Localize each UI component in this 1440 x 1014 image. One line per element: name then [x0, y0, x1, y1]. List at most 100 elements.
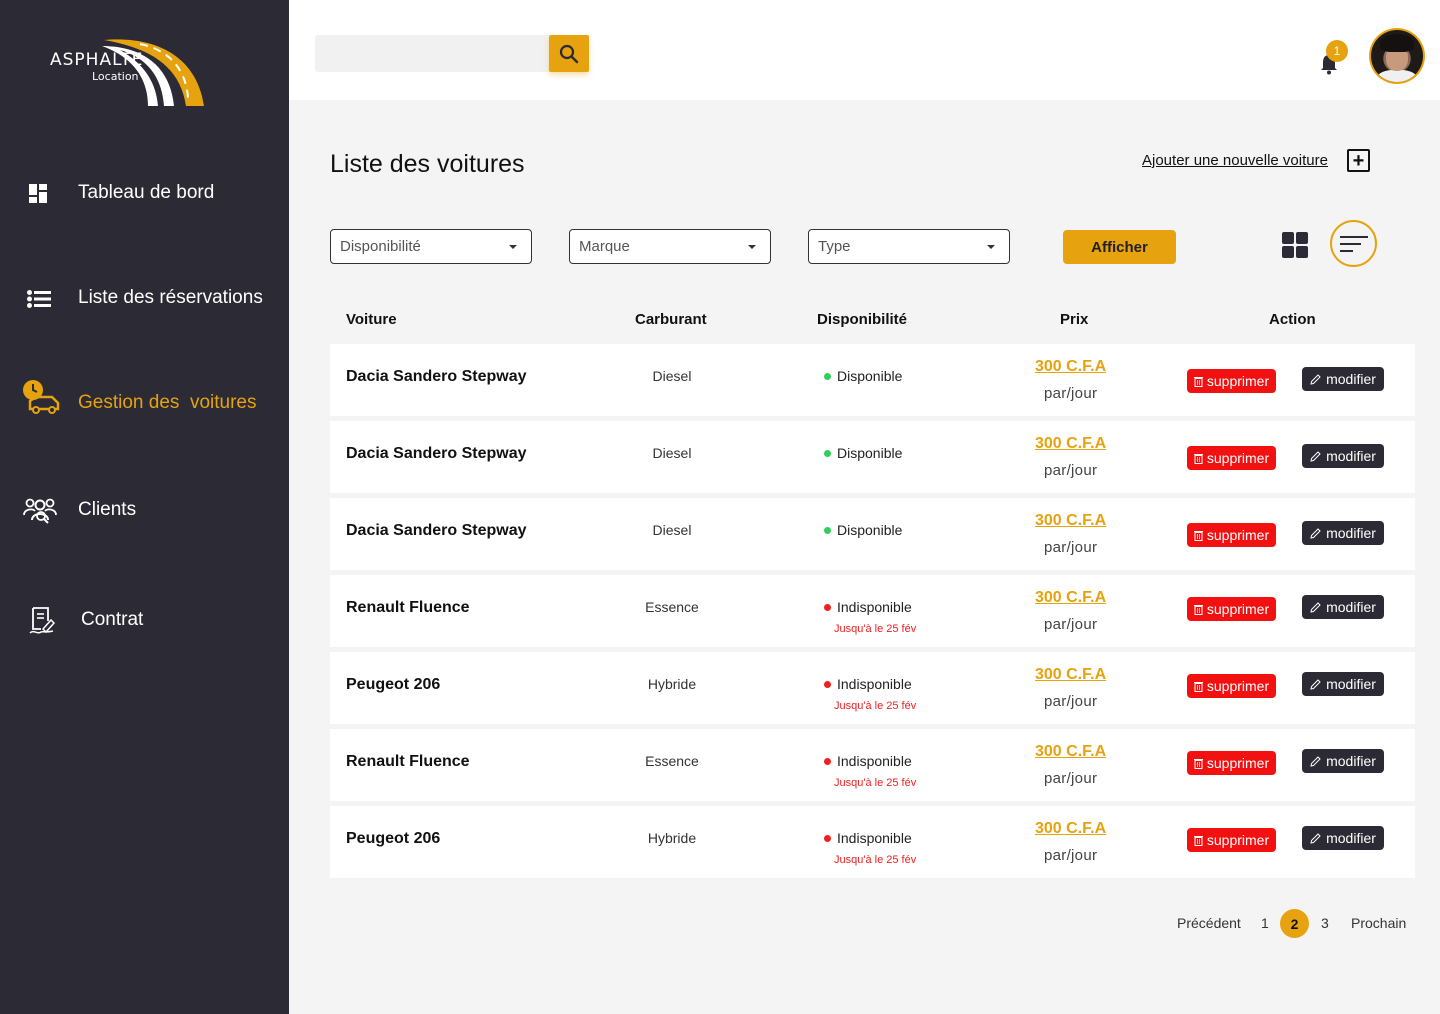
unavailable-until: Jusqu'à le 25 fév	[834, 700, 917, 712]
price-link[interactable]: 300 C.F.A	[1035, 358, 1106, 376]
price-link[interactable]: 300 C.F.A	[1035, 512, 1106, 530]
edit-label: modifier	[1326, 676, 1376, 692]
fuel-type: Diesel	[652, 368, 692, 384]
type-select[interactable]: Type	[808, 229, 1010, 264]
sidebar-item-cars[interactable]: Gestion des voitures	[0, 380, 289, 423]
add-icon[interactable]: +	[1347, 149, 1370, 172]
delete-label: supprimer	[1206, 832, 1270, 848]
unavailable-until: Jusqu'à le 25 fév	[834, 777, 917, 789]
column-header-price: Prix	[1060, 311, 1089, 328]
pagination-page-2[interactable]: 2	[1280, 909, 1309, 938]
trash-icon	[1193, 758, 1203, 769]
sort-lines-icon	[1339, 235, 1368, 252]
delete-label: supprimer	[1206, 373, 1270, 389]
delete-button[interactable]: supprimer	[1187, 446, 1276, 470]
price-link[interactable]: 300 C.F.A	[1035, 589, 1106, 607]
table-row: Peugeot 206 Hybride Indisponible Jusqu'à…	[330, 652, 1415, 724]
sidebar-item-contract[interactable]: Contrat	[0, 600, 289, 640]
fuel-type: Diesel	[652, 522, 692, 538]
avatar[interactable]	[1369, 28, 1425, 84]
edit-label: modifier	[1326, 371, 1376, 387]
car-name: Peugeot 206	[346, 830, 441, 847]
fuel-type: Hybride	[647, 676, 697, 692]
edit-button[interactable]: modifier	[1302, 521, 1384, 545]
status-dot-icon	[824, 449, 831, 457]
trash-icon	[1193, 835, 1203, 846]
status-badge: Indisponible	[824, 676, 912, 692]
table-row: Dacia Sandero Stepway Diesel Disponible …	[330, 498, 1415, 570]
edit-label: modifier	[1326, 525, 1376, 541]
delete-button[interactable]: supprimer	[1187, 369, 1276, 393]
status-dot-icon	[824, 603, 831, 611]
delete-button[interactable]: supprimer	[1187, 828, 1276, 852]
delete-button[interactable]: supprimer	[1187, 523, 1276, 547]
column-header-fuel: Carburant	[635, 311, 707, 328]
edit-button[interactable]: modifier	[1302, 444, 1384, 468]
status-dot-icon	[824, 680, 831, 688]
edit-label: modifier	[1326, 599, 1376, 615]
add-car-link[interactable]: Ajouter une nouvelle voiture	[1142, 152, 1328, 169]
edit-button[interactable]: modifier	[1302, 826, 1384, 850]
edit-button[interactable]: modifier	[1302, 595, 1384, 619]
price-link[interactable]: 300 C.F.A	[1035, 820, 1106, 838]
sidebar-item-label: Tableau de bord	[78, 182, 215, 203]
table-row: Renault Fluence Essence Indisponible Jus…	[330, 575, 1415, 647]
price-unit: par/jour	[1044, 847, 1098, 864]
sidebar-item-clients[interactable]: Clients	[0, 490, 289, 530]
delete-button[interactable]: supprimer	[1187, 674, 1276, 698]
price-unit: par/jour	[1044, 616, 1098, 633]
pagination-page-1[interactable]: 1	[1261, 909, 1269, 937]
search-input[interactable]	[315, 35, 551, 72]
price-link[interactable]: 300 C.F.A	[1035, 743, 1106, 761]
edit-button[interactable]: modifier	[1302, 749, 1384, 773]
column-header-availability: Disponibilité	[817, 311, 907, 328]
edit-button[interactable]: modifier	[1302, 672, 1384, 696]
brand-logo[interactable]: ASPHALTE Location	[48, 36, 208, 108]
status-badge: Indisponible	[824, 753, 912, 769]
chevron-down-icon	[509, 245, 517, 249]
edit-button[interactable]: modifier	[1302, 367, 1384, 391]
price-unit: par/jour	[1044, 770, 1098, 787]
brand-select-value: Marque	[579, 238, 630, 255]
pencil-icon	[1310, 601, 1321, 613]
brand-subtitle: Location	[92, 70, 139, 83]
trash-icon	[1193, 530, 1203, 541]
unavailable-until: Jusqu'à le 25 fév	[834, 854, 917, 866]
availability-select[interactable]: Disponibilité	[330, 229, 532, 264]
pencil-icon	[1310, 832, 1321, 844]
fuel-type: Essence	[645, 753, 699, 769]
delete-button[interactable]: supprimer	[1187, 751, 1276, 775]
car-name: Dacia Sandero Stepway	[346, 522, 527, 539]
unavailable-until: Jusqu'à le 25 fév	[834, 623, 917, 635]
afficher-button[interactable]: Afficher	[1063, 230, 1176, 264]
price-unit: par/jour	[1044, 693, 1098, 710]
status-badge: Indisponible	[824, 830, 912, 846]
status-text: Indisponible	[837, 599, 912, 615]
edit-label: modifier	[1326, 448, 1376, 464]
status-dot-icon	[824, 526, 831, 534]
pencil-icon	[1310, 373, 1321, 385]
search-button[interactable]	[549, 35, 589, 72]
brand-name: ASPHALTE	[50, 50, 144, 70]
grid-view-icon[interactable]	[1282, 232, 1308, 258]
status-badge: Disponible	[824, 522, 902, 538]
page-title: Liste des voitures	[330, 150, 525, 178]
price-unit: par/jour	[1044, 539, 1098, 556]
pagination-next[interactable]: Prochain	[1351, 909, 1406, 937]
availability-select-value: Disponibilité	[340, 238, 421, 255]
edit-label: modifier	[1326, 753, 1376, 769]
pagination-page-3[interactable]: 3	[1321, 909, 1329, 937]
delete-button[interactable]: supprimer	[1187, 597, 1276, 621]
trash-icon	[1193, 376, 1203, 387]
pencil-icon	[1310, 678, 1321, 690]
status-badge: Disponible	[824, 368, 902, 384]
clients-icon	[22, 496, 58, 526]
price-link[interactable]: 300 C.F.A	[1035, 666, 1106, 684]
sidebar-item-reservations[interactable]: Liste des réservations	[0, 278, 289, 318]
brand-select[interactable]: Marque	[569, 229, 771, 264]
list-view-button[interactable]	[1330, 220, 1377, 267]
fuel-type: Diesel	[652, 445, 692, 461]
price-link[interactable]: 300 C.F.A	[1035, 435, 1106, 453]
sidebar-item-dashboard[interactable]: Tableau de bord	[0, 173, 289, 213]
pagination-prev[interactable]: Précédent	[1177, 909, 1241, 937]
